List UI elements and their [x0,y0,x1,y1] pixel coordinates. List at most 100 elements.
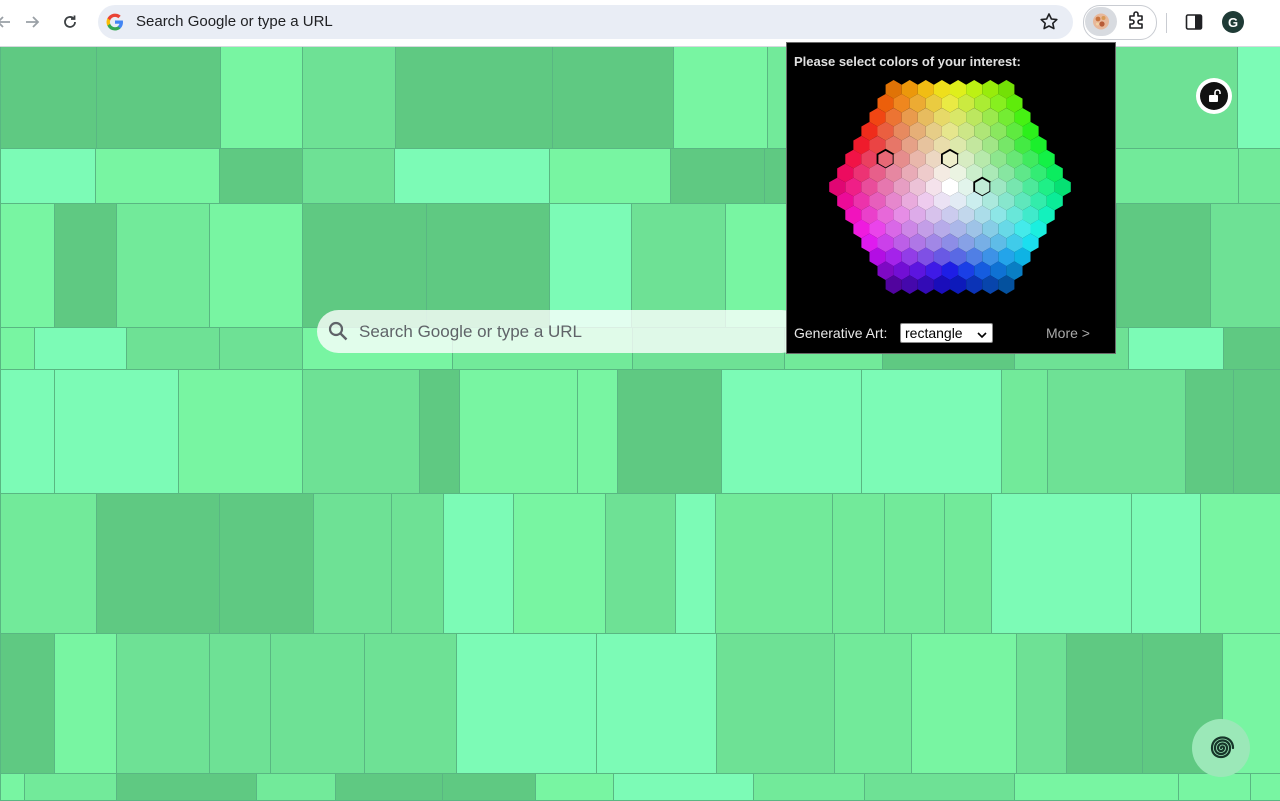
active-extension-button[interactable] [1085,7,1117,36]
mosaic-tile [721,369,862,494]
mosaic-tile [673,46,768,149]
mosaic-tile [832,493,885,634]
forward-icon[interactable] [18,8,46,36]
ntp-search-box[interactable]: Search Google or type a URL [317,310,803,353]
back-icon[interactable] [0,8,18,36]
mosaic-tile [0,46,97,149]
mosaic-tile [0,493,97,634]
mosaic-tile [116,633,210,774]
mosaic-tile [617,369,722,494]
mosaic-tile [1223,327,1280,370]
mosaic-tile [549,148,671,204]
mosaic-tile [0,148,96,204]
mosaic-tile [219,148,303,204]
profile-avatar[interactable]: G [1222,11,1244,33]
mosaic-tile [1001,369,1048,494]
mosaic-tile [270,633,365,774]
mosaic-tile [0,773,25,801]
mosaic-tile [95,148,220,204]
mosaic-tile [54,369,179,494]
mosaic-tile [1237,46,1280,149]
color-picker-popup: Please select colors of your interest: G… [786,42,1116,354]
chevron-down-icon [976,327,988,345]
mosaic-tile [605,493,676,634]
mosaic-tile [884,493,945,634]
mosaic-tile [391,493,444,634]
mosaic-tile [335,773,443,801]
mosaic-tile [1047,369,1186,494]
side-panel-icon[interactable] [1184,12,1204,37]
mosaic-tile [442,773,536,801]
mosaic-tile [126,327,220,370]
mosaic-tile [219,327,303,370]
mosaic-tile [1233,369,1280,494]
browser-toolbar: Search Google or type a URL G [0,0,1280,47]
mosaic-tile [944,493,992,634]
mosaic-tile [1250,773,1280,801]
mosaic-tile [96,493,220,634]
mosaic-tile [911,633,1017,774]
mosaic-tile [443,493,514,634]
mosaic-tile [116,203,210,328]
mosaic-tile [1210,203,1280,328]
more-link[interactable]: More > [1046,325,1090,341]
reload-icon[interactable] [56,8,84,36]
mosaic-tile [577,369,618,494]
mosaic-tile [178,369,303,494]
mosaic-tile [552,46,674,149]
mosaic-tile [513,493,606,634]
mosaic-tile [1238,148,1280,204]
mosaic-tile [1104,148,1239,204]
mosaic-tile [1185,369,1234,494]
mosaic-tile [1116,203,1211,328]
google-g-icon [106,13,124,36]
mosaic-tile [313,493,392,634]
ntp-search-placeholder: Search Google or type a URL [359,322,583,341]
mosaic-tile [256,773,336,801]
bookmark-star-icon[interactable] [1039,12,1059,37]
mosaic-tile [0,633,55,774]
mosaic-tile [54,203,117,328]
unlock-button[interactable] [1196,78,1232,114]
mosaic-tile [0,369,55,494]
mosaic-tile [0,327,35,370]
address-bar-text: Search Google or type a URL [136,13,333,30]
mosaic-tile [220,46,303,149]
mosaic-tile [1014,773,1179,801]
mosaic-tile [535,773,614,801]
mosaic-tile [395,46,553,149]
generative-art-select-value: rectangle [905,325,963,341]
mosaic-tile [613,773,754,801]
color-hexagon-grid[interactable] [787,73,1117,313]
mosaic-tile [302,46,396,149]
mosaic-tile [675,493,716,634]
mosaic-tile [219,493,314,634]
mosaic-tile [715,493,833,634]
mosaic-tile [1128,327,1224,370]
generative-art-label: Generative Art: [794,325,888,341]
mosaic-tile [302,148,395,204]
mosaic-tile [596,633,717,774]
mosaic-tile [1131,493,1201,634]
mosaic-tile [1200,493,1280,634]
mosaic-tile [753,773,865,801]
mosaic-tile [394,148,550,204]
address-bar[interactable]: Search Google or type a URL [98,5,1073,39]
mosaic-tile [1016,633,1067,774]
search-icon [327,320,349,347]
generative-art-select[interactable]: rectangle [900,323,993,343]
mosaic-tile [116,773,257,801]
spiral-logo-icon[interactable] [1190,717,1252,784]
mosaic-tile [302,369,420,494]
unlock-icon [1200,82,1228,110]
mosaic-tile [209,633,271,774]
mosaic-tile [54,633,117,774]
mosaic-tile [991,493,1132,634]
mosaic-tile [96,46,221,149]
toolbar-separator [1166,13,1167,33]
mosaic-tile [456,633,597,774]
mosaic-tile [419,369,460,494]
mosaic-tile [0,203,55,328]
extensions-puzzle-icon[interactable] [1126,9,1148,36]
mosaic-tile [716,633,835,774]
